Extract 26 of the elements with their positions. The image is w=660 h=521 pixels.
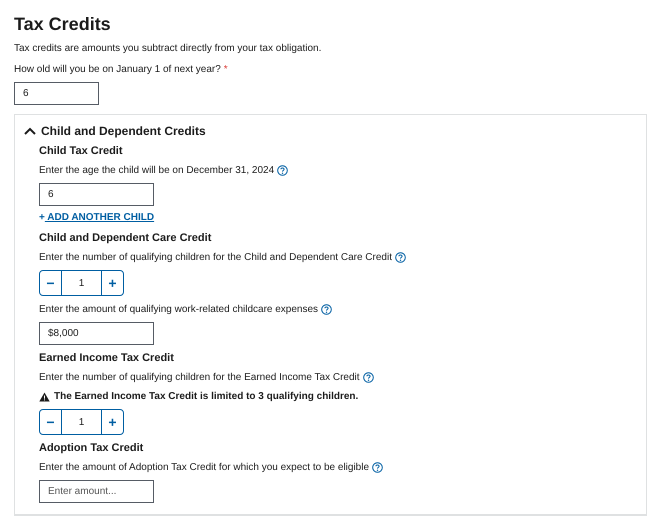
- section-heading: Child and Dependent Care Credit: [39, 232, 212, 245]
- text-input[interactable]: Enter amount...: [39, 480, 154, 503]
- field-label: Enter the age the child will be on December 31, 2024: [39, 164, 274, 177]
- field-label: Enter the number of qualifying children for the Child and Dependent Care Credit: [39, 251, 392, 264]
- required-mark: *: [224, 63, 228, 76]
- section-heading: Earned Income Tax Credit: [39, 352, 175, 365]
- section-heading: Adoption Tax Credit: [39, 442, 144, 455]
- warning-icon: [39, 392, 50, 402]
- field-label: Enter the number of qualifying children for the Earned Income Tax Credit: [39, 371, 360, 384]
- text-input[interactable]: $8,000: [39, 322, 154, 345]
- age-input[interactable]: 6: [14, 82, 99, 105]
- chevron-up-icon[interactable]: [24, 127, 36, 135]
- accordion-title[interactable]: Child and Dependent Credits: [41, 124, 206, 138]
- decrement-button[interactable]: −: [39, 409, 62, 435]
- text-input[interactable]: 6: [39, 183, 154, 206]
- intro-text: Tax credits are amounts you subtract directly from your tax obligation.: [14, 42, 322, 55]
- increment-button[interactable]: +: [101, 270, 124, 296]
- decrement-button[interactable]: −: [39, 270, 62, 296]
- warning-text: The Earned Income Tax Credit is limited to 3 qualifying children.: [54, 390, 358, 403]
- section-heading: Child Tax Credit: [39, 145, 124, 158]
- increment-button[interactable]: +: [101, 409, 124, 435]
- field-label: Enter the amount of qualifying work-related childcare expenses: [39, 303, 318, 316]
- field-label: Enter the amount of Adoption Tax Credit for which you expect to be eligible: [39, 461, 370, 474]
- add-child-link[interactable]: + ADD ANOTHER CHILD: [39, 211, 154, 224]
- page-title: Tax Credits: [14, 13, 112, 35]
- field-label: How old will you be on January 1 of next year?: [14, 63, 221, 76]
